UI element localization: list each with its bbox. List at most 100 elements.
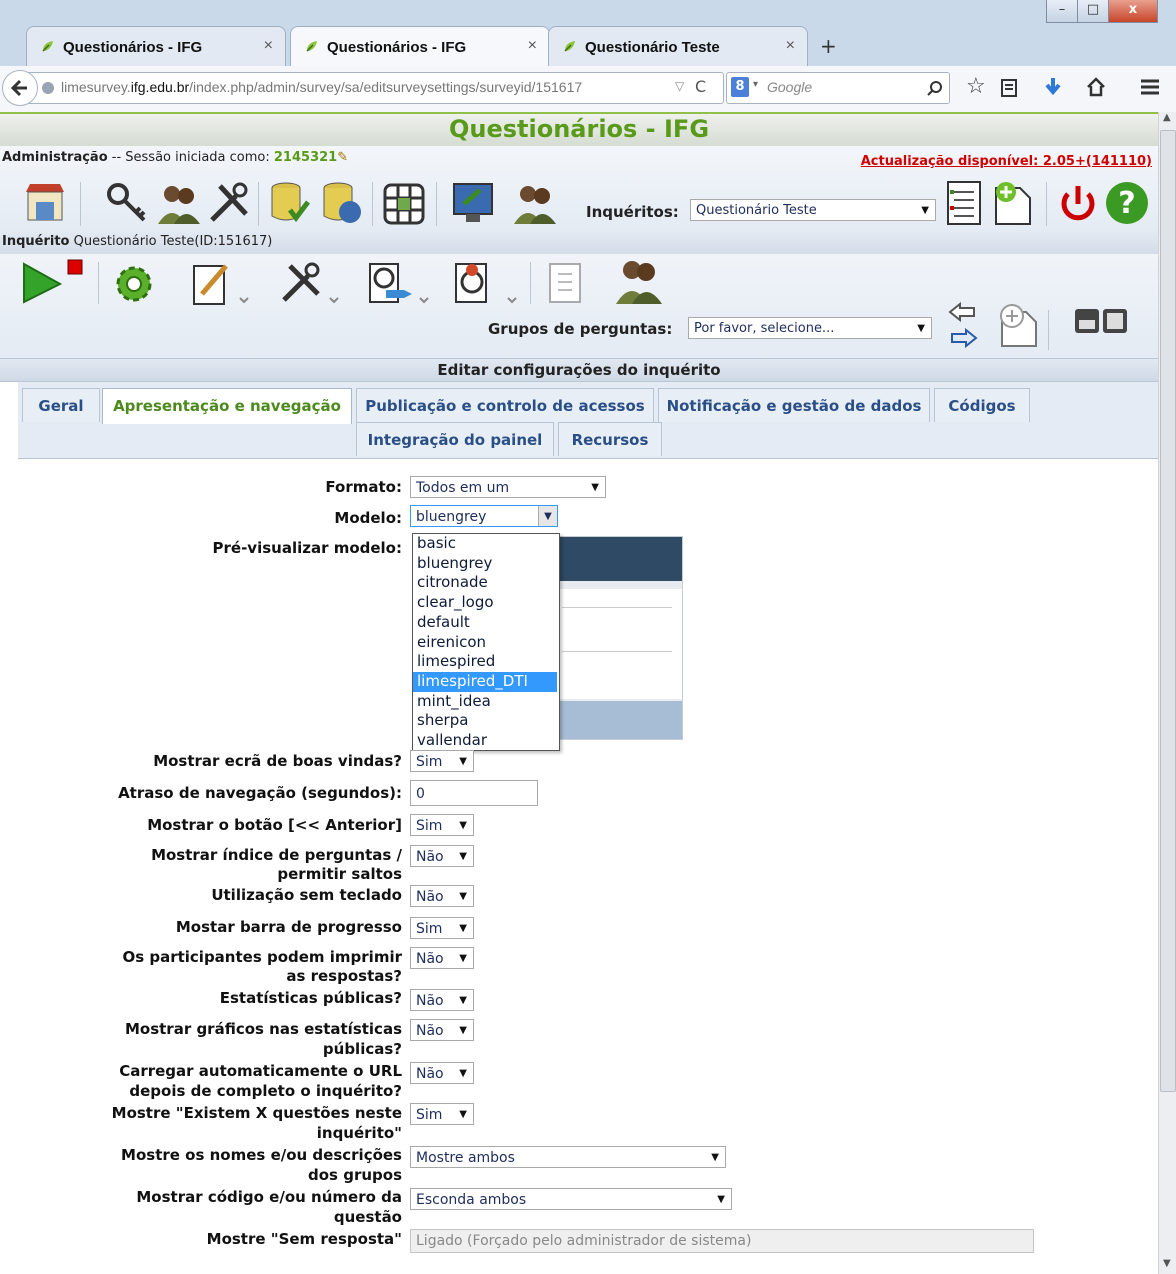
close-tab-icon[interactable]: ×: [786, 37, 795, 55]
dropdown-option[interactable]: sherpa: [413, 711, 557, 731]
monitor-icon[interactable]: [450, 180, 496, 226]
tab-publicacao-acessos[interactable]: Publicação e controlo de acessos: [356, 388, 654, 422]
dropdown-option[interactable]: vallendar: [413, 731, 557, 751]
download-icon[interactable]: [1044, 76, 1062, 98]
show-back-button-value: Sim: [416, 818, 443, 834]
bookmark-star-icon[interactable]: ☆: [966, 74, 986, 99]
home-store-icon[interactable]: [22, 180, 68, 226]
formato-select[interactable]: Todos em um ▼: [410, 476, 606, 498]
group-names-select[interactable]: Mostre ambos ▼: [410, 1146, 726, 1168]
back-button[interactable]: [2, 70, 38, 106]
admin-label: Administração: [2, 150, 108, 165]
grid-icon[interactable]: [382, 182, 426, 226]
dropdown-arrow-icon[interactable]: ▽: [675, 79, 684, 93]
activate-survey-icon[interactable]: [20, 258, 86, 304]
test-survey-icon[interactable]: [364, 260, 434, 306]
update-link[interactable]: Actualização disponível: 2.05+(141110): [861, 154, 1152, 169]
database-sql-icon[interactable]: [318, 180, 364, 226]
minimize-button[interactable]: –: [1046, 0, 1078, 23]
navigation-delay-input[interactable]: 0: [410, 780, 538, 806]
settings-gear-icon[interactable]: [112, 262, 156, 306]
tools-icon[interactable]: [206, 180, 252, 226]
help-icon[interactable]: ?: [1104, 180, 1150, 226]
chevron-down-icon[interactable]: ▼: [538, 506, 557, 526]
show-back-button-select[interactable]: Sim ▼: [410, 814, 474, 836]
add-question-group-icon[interactable]: [994, 302, 1040, 348]
url-domain: ifg.edu.br: [130, 79, 190, 95]
dropdown-option[interactable]: mint_idea: [413, 692, 557, 712]
tab-codigos[interactable]: Códigos: [934, 388, 1030, 422]
chevron-down-icon: ▼: [917, 323, 925, 334]
home-icon[interactable]: [1086, 76, 1106, 98]
reload-icon[interactable]: C: [695, 77, 706, 96]
participants-icon[interactable]: [512, 180, 558, 226]
navigate-arrows-icon[interactable]: [946, 300, 980, 350]
new-tab-button[interactable]: +: [820, 34, 837, 58]
progress-bar-select[interactable]: Sim ▼: [410, 917, 474, 939]
users-icon[interactable]: [156, 180, 202, 226]
close-tab-icon[interactable]: ×: [264, 37, 273, 55]
welcome-screen-select[interactable]: Sim ▼: [410, 750, 474, 772]
dropdown-option[interactable]: bluengrey: [413, 554, 557, 574]
autoload-url-select[interactable]: Não ▼: [410, 1062, 474, 1084]
dropdown-option[interactable]: default: [413, 613, 557, 633]
dropdown-option[interactable]: basic: [413, 534, 557, 554]
database-check-icon[interactable]: [266, 180, 312, 226]
question-group-select-value: Por favor, selecione...: [694, 321, 835, 336]
tab-apresentacao-navegacao[interactable]: Apresentação e navegação: [102, 388, 352, 424]
modelo-select[interactable]: bluengrey ▼: [410, 505, 558, 527]
browser-tab-3[interactable]: Questionário Teste ×: [548, 26, 808, 67]
tab-recursos[interactable]: Recursos: [558, 422, 662, 456]
session-text: -- Sessão iniciada como:: [107, 150, 274, 165]
scroll-down-icon[interactable]: ▼: [1163, 1258, 1171, 1269]
tab-notificacao-dados[interactable]: Notificação e gestão de dados: [658, 388, 930, 422]
engine-dropdown-icon[interactable]: ▾: [753, 79, 758, 90]
add-survey-icon[interactable]: [990, 180, 1036, 226]
browser-tab-title: Questionários - IFG: [327, 39, 467, 56]
browser-tab-2[interactable]: Questionários - IFG ×: [290, 26, 550, 67]
print-answers-select[interactable]: Não ▼: [410, 947, 474, 969]
url-bar[interactable]: limesurvey.ifg.edu.br/index.php/admin/su…: [26, 72, 724, 104]
google-icon[interactable]: 8: [731, 77, 749, 97]
scrollbar-thumb[interactable]: [1160, 130, 1176, 1092]
question-group-select[interactable]: Por favor, selecione... ▼: [688, 317, 932, 339]
maximize-button[interactable]: □: [1077, 0, 1109, 23]
edit-text-icon[interactable]: [188, 260, 254, 306]
modelo-dropdown-list: basic bluengrey citronade clear_logo def…: [412, 533, 560, 751]
menu-icon[interactable]: [1140, 78, 1160, 96]
close-window-button[interactable]: x: [1108, 0, 1158, 23]
tab-integracao-painel[interactable]: Integração do painel: [356, 422, 554, 456]
question-code-select[interactable]: Esconda ambos ▼: [410, 1188, 732, 1210]
survey-select[interactable]: Questionário Teste ▼: [690, 199, 936, 221]
search-icon[interactable]: [927, 80, 943, 96]
statistics-icon[interactable]: [452, 260, 522, 306]
close-tab-icon[interactable]: ×: [528, 37, 537, 55]
dropdown-option[interactable]: eirenicon: [413, 633, 557, 653]
x-questions-select[interactable]: Sim ▼: [410, 1103, 474, 1125]
question-index-select[interactable]: Não ▼: [410, 845, 474, 867]
bookmarks-list-icon[interactable]: [1000, 78, 1018, 98]
navigation-delay-label: Atraso de navegação (segundos):: [118, 784, 402, 802]
logout-power-icon[interactable]: [1056, 182, 1100, 226]
dropdown-option[interactable]: limespired: [413, 652, 557, 672]
pencil-icon[interactable]: ✎: [337, 150, 348, 165]
survey-logic-icon[interactable]: [546, 260, 586, 306]
tokens-participants-icon[interactable]: [614, 256, 664, 306]
dropdown-option[interactable]: clear_logo: [413, 593, 557, 613]
dropdown-option[interactable]: citronade: [413, 573, 557, 593]
keyboardless-select[interactable]: Não ▼: [410, 885, 474, 907]
tab-geral[interactable]: Geral: [22, 388, 100, 422]
public-graphs-select[interactable]: Não ▼: [410, 1019, 474, 1041]
browser-tab-1[interactable]: Questionários - IFG ×: [26, 26, 286, 67]
search-bar[interactable]: 8 ▾ Google: [726, 72, 950, 104]
autoload-url-value: Não: [416, 1066, 444, 1082]
public-statistics-select[interactable]: Não ▼: [410, 989, 474, 1011]
survey-list-icon[interactable]: [944, 180, 984, 226]
survey-tools-icon[interactable]: [278, 260, 344, 306]
key-icon[interactable]: [104, 180, 150, 226]
show-back-button-label: Mostrar o botão [<< Anterior]: [147, 816, 402, 834]
minimize-toggle-icon[interactable]: [1074, 308, 1128, 334]
modelo-label: Modelo:: [334, 509, 402, 527]
dropdown-option-highlighted[interactable]: limespired_DTI: [413, 671, 557, 692]
scroll-up-icon[interactable]: ▲: [1163, 112, 1171, 123]
